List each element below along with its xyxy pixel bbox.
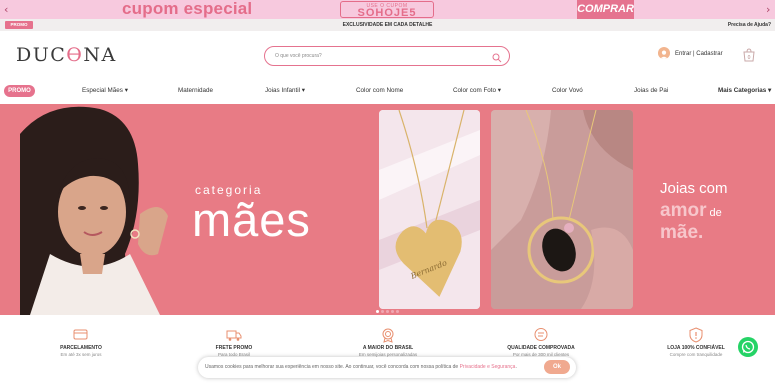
- cookie-banner: Usamos cookies para melhorar sua experiê…: [198, 357, 576, 378]
- chevron-down-icon: ▾: [768, 87, 772, 94]
- carousel-dot[interactable]: [391, 310, 394, 313]
- carousel-dots[interactable]: [376, 300, 401, 315]
- hero-tagline-line2: amor de: [660, 200, 722, 222]
- nav-item-color-com-foto[interactable]: Color com Foto ▾: [453, 87, 501, 94]
- chevron-down-icon: ▾: [497, 87, 501, 94]
- nav-item-label: Especial Mães: [82, 87, 123, 94]
- comprar-button[interactable]: COMPRAR: [577, 0, 634, 19]
- nav-item-maternidade[interactable]: Maternidade: [178, 87, 213, 94]
- feature-maior: A MAIOR DO BRASIL Em semijoias personali…: [333, 327, 443, 357]
- feature-title: QUALIDADE COMPROVADA: [507, 345, 575, 351]
- card-icon: [73, 329, 88, 340]
- site-logo[interactable]: DUCƟNA: [16, 44, 117, 66]
- carousel-dot[interactable]: [386, 310, 389, 313]
- feature-frete: FRETE PROMO Para todo Brasil: [179, 327, 289, 357]
- logo-text-suffix: NA: [83, 44, 117, 66]
- search-icon[interactable]: [492, 50, 502, 68]
- nav-item-mais-categorias[interactable]: Mais Categorias ▾: [718, 87, 771, 94]
- truck-icon: [226, 330, 242, 341]
- user-icon[interactable]: [658, 47, 670, 59]
- nav-item-label: Color com Nome: [356, 87, 404, 94]
- cart-icon[interactable]: 0: [742, 48, 756, 67]
- hero-tagline-de: de: [706, 207, 722, 219]
- cookie-suffix: .: [515, 364, 517, 370]
- privacy-link[interactable]: Privacidade e Segurança: [460, 364, 516, 370]
- whatsapp-icon: [741, 340, 755, 354]
- model-photo: [20, 106, 168, 315]
- coupon-code-box: USE O CUPOM SOHOJE5: [340, 1, 434, 19]
- feature-title: PARCELAMENTO: [60, 345, 102, 351]
- hero-category-title: mães: [192, 193, 311, 246]
- nav-item-label: Color Vovó: [552, 87, 583, 94]
- hero-banner[interactable]: categoria mães Bernardo Joias com amor d…: [0, 104, 775, 315]
- login-register-link[interactable]: Entrar | Cadastrar: [675, 51, 723, 57]
- locket-pendant-photo: [491, 110, 633, 309]
- cookie-ok-button[interactable]: Ok: [544, 360, 570, 374]
- coupon-code: SOHOJE5: [357, 7, 417, 19]
- feature-title: FRETE PROMO: [215, 345, 253, 351]
- logo-text-prefix: DUC: [16, 44, 67, 66]
- carousel-dot[interactable]: [376, 310, 379, 313]
- award-icon: [382, 328, 394, 343]
- prev-arrow-icon[interactable]: ‹: [4, 3, 8, 16]
- info-message: EXCLUSIVIDADE EM CADA DETALHE: [342, 22, 433, 28]
- feature-title: LOJA 100% CONFIÁVEL: [667, 345, 725, 351]
- help-link[interactable]: Precisa de Ajuda?: [728, 22, 771, 28]
- hero-tagline-line1: Joias com: [660, 180, 728, 197]
- cookie-message: Usamos cookies para melhorar sua experiê…: [205, 364, 460, 370]
- info-bar: PROMO EXCLUSIVIDADE EM CADA DETALHE Prec…: [0, 19, 775, 31]
- nav-item-especial-maes[interactable]: Especial Mães ▾: [82, 87, 128, 94]
- chevron-down-icon: ▾: [301, 87, 305, 94]
- heart-pendant-photo: Bernardo: [379, 110, 480, 309]
- feature-parcelamento: PARCELAMENTO Em até 3x sem juros: [26, 327, 136, 357]
- search-placeholder: O que você procura?: [275, 53, 322, 59]
- nav-item-label: Joias de Pai: [634, 87, 669, 94]
- shield-icon: [689, 327, 703, 343]
- whatsapp-button[interactable]: [738, 337, 758, 357]
- nav-item-label: Color com Foto: [453, 87, 497, 94]
- nav-item-label: Mais Categorias: [718, 87, 767, 94]
- nav-item-joias-de-pai[interactable]: Joias de Pai: [634, 87, 668, 94]
- promo-headline: cupom especial: [122, 0, 253, 18]
- logo-mark: Ɵ: [66, 44, 84, 66]
- cookie-text: Usamos cookies para melhorar sua experiê…: [205, 364, 517, 370]
- carousel-dot[interactable]: [396, 310, 399, 313]
- nav-item-label: Joias Infantil: [265, 87, 301, 94]
- nav-promo[interactable]: PROMO: [4, 85, 35, 97]
- chat-icon: [534, 328, 548, 341]
- search-input[interactable]: O que você procura?: [264, 46, 510, 66]
- carousel-dot[interactable]: [381, 310, 384, 313]
- main-nav: PROMO Especial Mães ▾ Maternidade Joias …: [0, 84, 775, 99]
- next-arrow-icon[interactable]: ›: [766, 3, 770, 16]
- feature-subtitle: Em até 3x sem juros: [60, 352, 102, 357]
- nav-item-joias-infantil[interactable]: Joias Infantil ▾: [265, 87, 305, 94]
- nav-item-label: Maternidade: [178, 87, 214, 94]
- nav-item-color-com-nome[interactable]: Color com Nome: [356, 87, 403, 94]
- promo-banner[interactable]: ‹ cupom especial USE O CUPOM SOHOJE5 COM…: [0, 0, 775, 19]
- feature-subtitle: Compre com tranquilidade: [669, 352, 723, 357]
- chevron-down-icon: ▾: [124, 87, 128, 94]
- nav-item-color-vovo[interactable]: Color Vovó: [552, 87, 583, 94]
- hero-tagline-line3: mãe.: [660, 222, 704, 243]
- hero-tagline-amor: amor: [660, 200, 707, 221]
- feature-confiavel: LOJA 100% CONFIÁVEL Compre com tranquili…: [641, 327, 751, 357]
- feature-title: A MAIOR DO BRASIL: [362, 345, 414, 351]
- feature-qualidade: QUALIDADE COMPROVADA Por mais de 300 mil…: [486, 327, 596, 357]
- cart-count: 0: [748, 55, 751, 61]
